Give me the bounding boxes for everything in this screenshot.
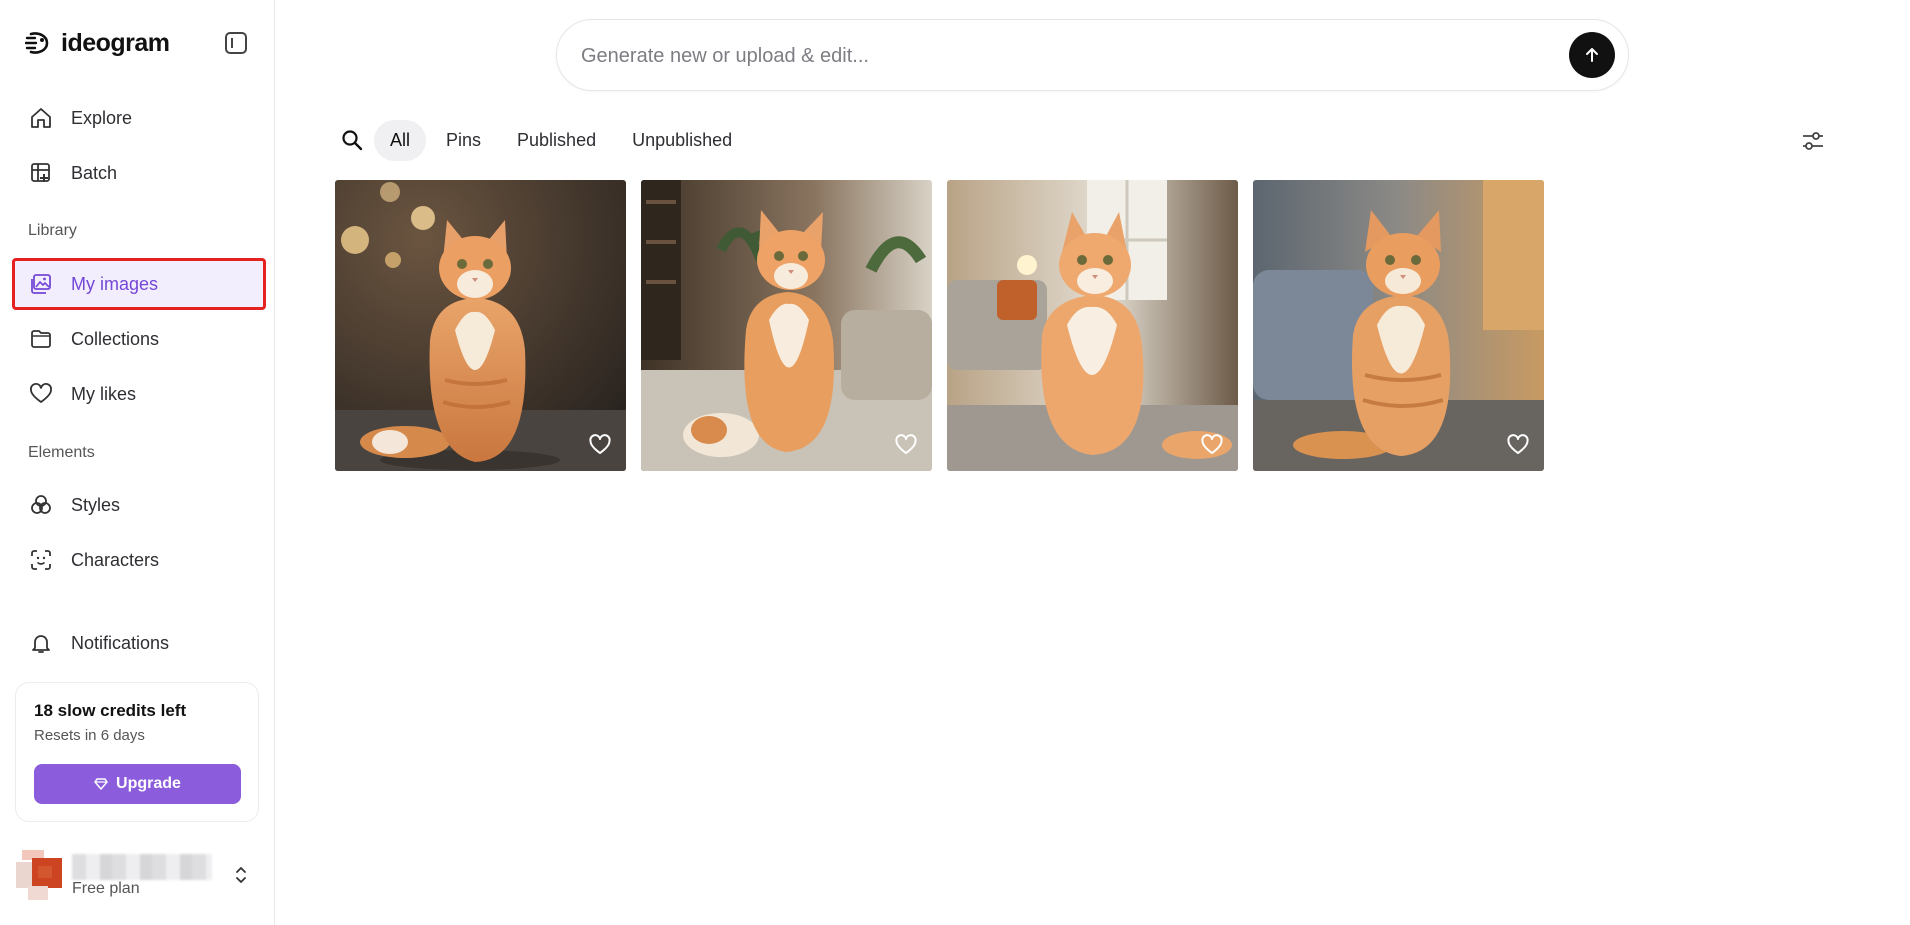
like-button[interactable] (588, 433, 612, 457)
sidebar-item-label: My likes (71, 383, 137, 404)
arrow-up-icon (1586, 48, 1598, 62)
heart-outline-icon (1201, 434, 1223, 454)
heart-outline-icon (1507, 434, 1529, 454)
prompt-bar (556, 19, 1629, 91)
image-card[interactable] (335, 180, 626, 471)
sidebar-item-label: Batch (71, 162, 118, 183)
section-label-elements: Elements (28, 444, 95, 461)
sidebar-item-my-images[interactable]: My images (12, 258, 266, 310)
sidebar-item-batch[interactable]: Batch (14, 150, 264, 196)
sidebar-item-label: Explore (71, 107, 133, 128)
sidebar-item-notifications[interactable]: Notifications (14, 620, 264, 666)
diamond-icon (94, 778, 108, 790)
sidebar-item-label: My images (71, 273, 159, 294)
collapse-sidebar-button[interactable] (223, 31, 249, 55)
sidebar-item-characters[interactable]: Characters (14, 537, 264, 583)
home-icon (31, 108, 51, 128)
view-settings-button[interactable] (1800, 128, 1826, 154)
tab-published[interactable]: Published (501, 120, 612, 161)
like-button[interactable] (1506, 433, 1530, 457)
credits-reset-text: Resets in 6 days (34, 727, 145, 744)
image-card[interactable] (641, 180, 932, 471)
sidebar-item-explore[interactable]: Explore (14, 95, 264, 141)
filter-tabs: All Pins Published Unpublished (334, 118, 752, 162)
cat-image (641, 180, 932, 471)
submit-prompt-button[interactable] (1569, 32, 1615, 78)
tab-pins[interactable]: Pins (430, 120, 497, 161)
like-button[interactable] (894, 433, 918, 457)
heart-outline-icon (895, 434, 917, 454)
sidebar-item-label: Notifications (71, 632, 170, 653)
image-grid (335, 180, 1544, 471)
image-card[interactable] (1253, 180, 1544, 471)
prompt-input[interactable] (581, 38, 1521, 74)
folder-icon (31, 330, 51, 348)
cat-image (335, 180, 626, 471)
sidebar-item-collections[interactable]: Collections (14, 316, 264, 362)
avatar (16, 850, 62, 900)
sidebar-item-styles[interactable]: Styles (14, 482, 264, 528)
user-menu[interactable]: Free plan (10, 848, 265, 904)
search-button[interactable] (334, 122, 370, 158)
user-name-redacted (72, 854, 212, 880)
sidebar: ideogram Explore Batch Library My images… (0, 0, 275, 925)
brand-logo[interactable]: ideogram (25, 28, 170, 58)
like-button[interactable] (1200, 433, 1224, 457)
search-icon (342, 130, 363, 151)
credits-card: 18 slow credits left Resets in 6 days Up… (15, 682, 259, 822)
upgrade-button[interactable]: Upgrade (34, 764, 241, 804)
sidebar-item-label: Characters (71, 549, 160, 570)
section-label-library: Library (28, 222, 77, 239)
cat-image (947, 180, 1238, 471)
sidebar-item-my-likes[interactable]: My likes (14, 371, 264, 417)
upgrade-label: Upgrade (116, 775, 181, 792)
images-icon (31, 274, 51, 294)
characters-icon (31, 550, 51, 570)
sidebar-toggle-icon (225, 32, 247, 54)
sidebar-item-label: Styles (71, 494, 121, 515)
bell-icon (32, 635, 50, 653)
tab-all[interactable]: All (374, 119, 427, 161)
tab-unpublished[interactable]: Unpublished (616, 120, 748, 161)
batch-icon (31, 163, 50, 182)
sliders-icon (1803, 132, 1823, 150)
heart-outline-icon (589, 434, 611, 454)
styles-icon (31, 495, 51, 514)
brand-name: ideogram (61, 28, 170, 57)
chevron-up-down-icon (236, 867, 246, 883)
image-card[interactable] (947, 180, 1238, 471)
ideogram-logo-icon (25, 32, 49, 54)
heart-icon (30, 383, 52, 403)
credits-title: 18 slow credits left (34, 701, 187, 720)
cat-image (1253, 180, 1544, 471)
sidebar-item-label: Collections (71, 328, 160, 349)
user-plan: Free plan (72, 880, 140, 897)
